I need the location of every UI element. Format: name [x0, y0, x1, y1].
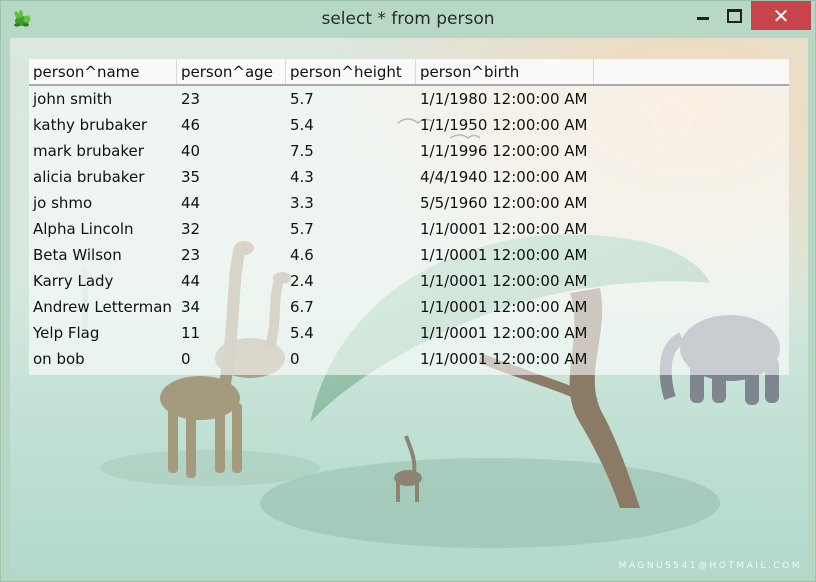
maximize-icon — [727, 9, 742, 23]
cell-age[interactable]: 44 — [177, 268, 286, 294]
minimize-icon — [697, 17, 709, 20]
close-button[interactable]: ✕ — [751, 1, 811, 30]
grid-header-row: person^name person^age person^height person… — [29, 59, 789, 86]
minimize-button[interactable] — [685, 1, 719, 30]
cell-height[interactable]: 5.7 — [286, 86, 416, 112]
cell-name[interactable]: alicia brubaker — [29, 164, 177, 190]
cell-height[interactable]: 4.6 — [286, 242, 416, 268]
cell-age[interactable]: 0 — [177, 346, 286, 372]
table-row[interactable]: john smith 23 5.7 1/1/1980 12:00:00 AM — [29, 86, 789, 112]
cell-birth[interactable]: 1/1/1996 12:00:00 AM — [416, 138, 594, 164]
cell-height[interactable]: 5.4 — [286, 112, 416, 138]
table-row[interactable]: kathy brubaker 46 5.4 1/1/1950 12:00:00 AM — [29, 112, 789, 138]
cell-height[interactable]: 2.4 — [286, 268, 416, 294]
maximize-button[interactable] — [719, 1, 749, 30]
cell-age[interactable]: 23 — [177, 86, 286, 112]
cell-birth[interactable]: 1/1/1950 12:00:00 AM — [416, 112, 594, 138]
title-bar[interactable]: select * from person ✕ — [1, 1, 815, 38]
cell-name[interactable]: mark brubaker — [29, 138, 177, 164]
cell-name[interactable]: Karry Lady — [29, 268, 177, 294]
cell-age[interactable]: 35 — [177, 164, 286, 190]
cell-birth[interactable]: 1/1/1980 12:00:00 AM — [416, 86, 594, 112]
cell-birth[interactable]: 1/1/0001 12:00:00 AM — [416, 346, 594, 372]
cell-name[interactable]: john smith — [29, 86, 177, 112]
cell-birth[interactable]: 1/1/0001 12:00:00 AM — [416, 294, 594, 320]
cell-birth[interactable]: 1/1/0001 12:00:00 AM — [416, 320, 594, 346]
cell-birth[interactable]: 1/1/0001 12:00:00 AM — [416, 242, 594, 268]
cell-age[interactable]: 32 — [177, 216, 286, 242]
table-row[interactable]: Karry Lady 44 2.4 1/1/0001 12:00:00 AM — [29, 268, 789, 294]
cell-age[interactable]: 46 — [177, 112, 286, 138]
table-row[interactable]: on bob 0 0 1/1/0001 12:00:00 AM — [29, 346, 789, 372]
cell-name[interactable]: on bob — [29, 346, 177, 372]
col-header-height[interactable]: person^height — [286, 59, 416, 84]
table-row[interactable]: Beta Wilson 23 4.6 1/1/0001 12:00:00 AM — [29, 242, 789, 268]
cell-height[interactable]: 7.5 — [286, 138, 416, 164]
cell-height[interactable]: 0 — [286, 346, 416, 372]
cell-age[interactable]: 34 — [177, 294, 286, 320]
cell-birth[interactable]: 4/4/1940 12:00:00 AM — [416, 164, 594, 190]
cell-height[interactable]: 5.4 — [286, 320, 416, 346]
col-header-age[interactable]: person^age — [177, 59, 286, 84]
app-window: select * from person ✕ MAGNUS541@HOTMAIL… — [0, 0, 816, 582]
col-header-name[interactable]: person^name — [29, 59, 177, 84]
cell-age[interactable]: 11 — [177, 320, 286, 346]
cell-age[interactable]: 23 — [177, 242, 286, 268]
table-row[interactable]: Andrew Letterman 34 6.7 1/1/0001 12:00:00 A… — [29, 294, 789, 320]
table-row[interactable]: mark brubaker 40 7.5 1/1/1996 12:00:00 AM — [29, 138, 789, 164]
close-icon: ✕ — [772, 4, 790, 28]
col-header-birth[interactable]: person^birth — [416, 59, 594, 84]
cell-name[interactable]: kathy brubaker — [29, 112, 177, 138]
cell-age[interactable]: 44 — [177, 190, 286, 216]
cell-height[interactable]: 3.3 — [286, 190, 416, 216]
cell-birth[interactable]: 1/1/0001 12:00:00 AM — [416, 268, 594, 294]
cell-height[interactable]: 5.7 — [286, 216, 416, 242]
cell-name[interactable]: Alpha Lincoln — [29, 216, 177, 242]
table-row[interactable]: Alpha Lincoln 32 5.7 1/1/0001 12:00:00 AM — [29, 216, 789, 242]
table-row[interactable]: alicia brubaker 35 4.3 4/4/1940 12:00:00 AM — [29, 164, 789, 190]
cell-birth[interactable]: 5/5/1960 12:00:00 AM — [416, 190, 594, 216]
cell-height[interactable]: 6.7 — [286, 294, 416, 320]
cell-age[interactable]: 40 — [177, 138, 286, 164]
cell-height[interactable]: 4.3 — [286, 164, 416, 190]
cell-name[interactable]: jo shmo — [29, 190, 177, 216]
cell-name[interactable]: Yelp Flag — [29, 320, 177, 346]
cell-name[interactable]: Beta Wilson — [29, 242, 177, 268]
table-row[interactable]: jo shmo 44 3.3 5/5/1960 12:00:00 AM — [29, 190, 789, 216]
wallpaper-watermark: MAGNUS541@HOTMAIL.COM — [619, 561, 802, 571]
data-grid[interactable]: person^name person^age person^height person… — [29, 59, 789, 375]
cell-birth[interactable]: 1/1/0001 12:00:00 AM — [416, 216, 594, 242]
cell-name[interactable]: Andrew Letterman — [29, 294, 177, 320]
table-row[interactable]: Yelp Flag 11 5.4 1/1/0001 12:00:00 AM — [29, 320, 789, 346]
client-area: MAGNUS541@HOTMAIL.COM person^name person^… — [10, 38, 808, 574]
